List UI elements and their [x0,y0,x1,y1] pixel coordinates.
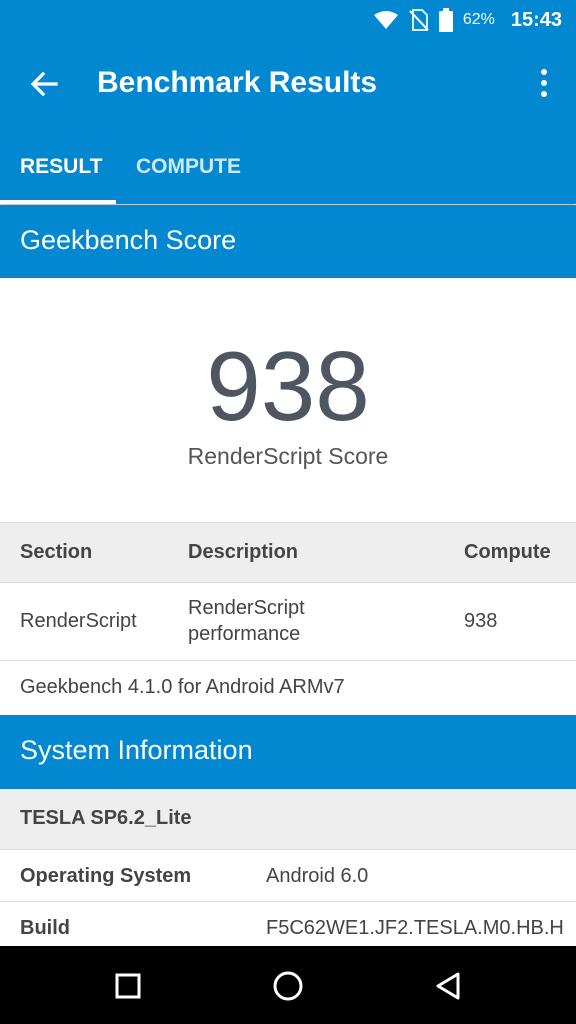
geekbench-score-title: Geekbench Score [20,225,237,255]
navigation-bar [0,946,576,1024]
home-icon[interactable] [268,966,308,1006]
info-value-build: F5C62WE1.JF2.TESLA.M0.HB.H [266,917,564,939]
score-value: 938 [206,331,370,441]
battery-icon [438,8,453,32]
recent-apps-icon[interactable] [108,966,148,1006]
wifi-icon [373,11,398,29]
tab-compute[interactable]: COMPUTE [136,128,241,204]
active-tab-indicator [0,200,116,204]
info-label-operating-system: Operating System [20,865,192,887]
info-row-operating-system: Operating System Android 6.0 [0,850,576,902]
geekbench-score-header: Geekbench Score [0,205,576,278]
geekbench-version-row: Geekbench 4.1.0 for Android ARMv7 [0,661,576,715]
back-arrow-icon[interactable] [26,66,62,102]
info-label-build: Build [20,917,70,939]
column-header-description: Description [188,541,299,563]
row-description-line1: RenderScript [188,597,305,619]
tab-bar: RESULT COMPUTE [0,128,576,204]
tab-result[interactable]: RESULT [20,128,102,204]
column-header-compute: Compute [464,541,551,563]
status-icons: 62% 15:43 [373,0,562,40]
geekbench-version: Geekbench 4.1.0 for Android ARMv7 [20,676,345,698]
page-title: Benchmark Results [97,66,378,99]
system-information-title: System Information [20,735,253,765]
score-panel: 938 RenderScript Score [0,278,576,522]
more-options-icon[interactable] [538,68,550,100]
back-icon[interactable] [428,966,468,1006]
device-name: TESLA SP6.2_Lite [20,807,192,829]
row-description-line2: performance [188,623,301,645]
table-header: Section Description Compute [0,522,576,583]
battery-percentage: 62% [462,11,495,28]
row-compute-score: 938 [464,610,498,632]
column-header-section: Section [20,541,93,563]
row-section: RenderScript [20,610,137,632]
table-row: RenderScript RenderScript performance 93… [0,583,576,661]
app-bar: Benchmark Results [0,40,576,128]
status-bar: 62% 15:43 [0,0,576,40]
system-information-header: System Information [0,715,576,789]
clock: 15:43 [510,8,562,31]
info-value-operating-system: Android 6.0 [266,865,369,887]
device-name-row: TESLA SP6.2_Lite [0,789,576,850]
no-sim-icon [409,9,429,31]
score-label: RenderScript Score [187,443,389,469]
